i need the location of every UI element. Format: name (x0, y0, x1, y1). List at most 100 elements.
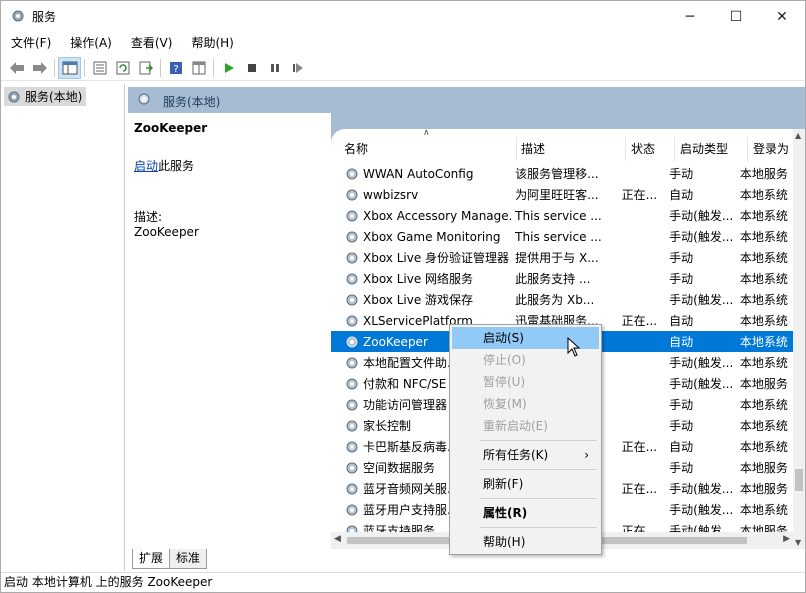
service-name-cell: Xbox Game Monitoring (331, 229, 511, 245)
vertical-scroll-thumb[interactable] (795, 469, 803, 491)
service-logon-as: 本地系统 (739, 209, 788, 223)
service-name: 卡巴斯基反病毒... (363, 440, 459, 454)
service-gear-icon (346, 168, 358, 179)
properties-toolbar-button[interactable] (88, 57, 111, 79)
scroll-down-icon[interactable]: ▼ (795, 538, 801, 547)
service-status: 正在... (621, 482, 658, 496)
scroll-up-icon[interactable]: ▲ (795, 131, 801, 140)
service-status: 正在... (621, 440, 658, 454)
service-startup-type: 手动 (669, 419, 694, 433)
service-gear-icon (346, 378, 358, 389)
service-name-cell: Xbox Live 网络服务 (331, 270, 511, 287)
menu-action[interactable]: 操作(A) (60, 34, 121, 53)
window-title: 服务 (32, 10, 57, 24)
refresh-toolbar-button[interactable] (111, 57, 134, 79)
toolbar-separator (213, 59, 214, 77)
service-description: 为阿里旺旺客... (515, 188, 599, 202)
show-console-tree-button[interactable] (58, 57, 81, 79)
service-name: 功能访问管理器 (363, 398, 448, 412)
scroll-left-icon[interactable]: ◀ (334, 534, 341, 544)
menu-separator (480, 498, 597, 499)
help-toolbar-button[interactable]: ? (164, 57, 187, 79)
forward-button[interactable] (28, 57, 51, 79)
column-name[interactable]: ∧ 名称 (331, 129, 517, 161)
menu-separator (480, 469, 597, 470)
services-gear-icon (12, 10, 24, 22)
menu-properties[interactable]: 属性(R) (452, 502, 599, 524)
service-startup-type: 手动(触发... (669, 209, 734, 223)
start-service-link[interactable]: 启动 (134, 159, 158, 173)
table-row[interactable]: Xbox Game Monitoring This service ... 手动(触… (331, 226, 793, 247)
column-startup-type[interactable]: 启动类型 (675, 137, 748, 161)
description-pane: ZooKeeper 启动此服务 描述: ZooKeeper (128, 113, 331, 549)
menu-file[interactable]: 文件(F) (1, 34, 60, 53)
table-row[interactable]: WWAN AutoConfig 该服务管理移... 手动 本地服务 (331, 163, 793, 184)
service-name: Xbox Accessory Manage... (363, 208, 512, 223)
menu-refresh[interactable]: 刷新(F) (452, 473, 599, 495)
services-window: 服务 ─ ☐ ✕ 文件(F) 操作(A) 查看(V) 帮助(H) ? 服务(本地… (0, 0, 806, 593)
service-startup-type: 自动 (669, 314, 694, 328)
service-gear-icon (346, 315, 358, 326)
vertical-scrollbar[interactable]: ▲ ▼ (793, 129, 805, 549)
service-logon-as: 本地系统 (739, 440, 788, 454)
restart-icon (292, 63, 303, 73)
menu-view[interactable]: 查看(V) (121, 34, 182, 53)
pause-service-button[interactable] (263, 57, 286, 79)
toolbar: ? (1, 56, 805, 81)
menu-help[interactable]: 帮助(H) (181, 34, 242, 53)
menu-pause[interactable]: 暂停(U) (452, 371, 599, 393)
menu-all-tasks[interactable]: 所有任务(K) › (452, 444, 599, 466)
start-service-button[interactable] (217, 57, 240, 79)
export-list-button[interactable] (134, 57, 157, 79)
console-tree: 服务(本地) (1, 84, 125, 571)
search-gear-icon (138, 93, 150, 105)
tab-standard[interactable]: 标准 (169, 549, 208, 569)
service-status: 正在... (621, 314, 658, 328)
service-name-cell: Xbox Live 身份验证管理器 (331, 249, 511, 266)
export-icon (139, 61, 153, 75)
back-button[interactable] (5, 57, 28, 79)
panel-header-title: 服务(本地) (163, 95, 221, 109)
view-toolbar-button[interactable] (187, 57, 210, 79)
menu-restart[interactable]: 重新启动(E) (452, 415, 599, 437)
stop-icon (247, 64, 256, 72)
table-row[interactable]: wwbizsrv 为阿里旺旺客... 正在... 自动 本地系统 (331, 184, 793, 205)
tab-extended[interactable]: 扩展 (132, 549, 171, 569)
status-bar: 启动 本地计算机 上的服务 ZooKeeper (1, 572, 805, 592)
menu-help-item[interactable]: 帮助(H) (452, 531, 599, 553)
close-button[interactable]: ✕ (759, 1, 805, 32)
tree-node-services-local[interactable]: 服务(本地) (4, 87, 87, 106)
refresh-icon (116, 61, 129, 75)
service-gear-icon (346, 504, 358, 515)
minimize-button[interactable]: ─ (667, 1, 713, 32)
tree-node-label: 服务(本地) (25, 90, 83, 104)
service-gear-icon (346, 420, 358, 431)
service-name: Xbox Live 身份验证管理器 (363, 251, 510, 265)
service-name: Xbox Game Monitoring (363, 229, 501, 244)
service-logon-as: 本地系统 (739, 293, 788, 307)
restart-service-button[interactable] (286, 57, 309, 79)
menu-all-tasks-label: 所有任务(K) (483, 448, 549, 462)
service-name-cell: wwbizsrv (331, 187, 511, 203)
column-name-label: 名称 (344, 142, 369, 156)
table-row[interactable]: Xbox Accessory Manage... This service ...… (331, 205, 793, 226)
selected-service-name: ZooKeeper (134, 121, 208, 135)
service-startup-type: 自动 (669, 188, 694, 202)
service-gear-icon (346, 273, 358, 284)
service-gear-icon (346, 399, 358, 410)
stop-service-button[interactable] (240, 57, 263, 79)
service-startup-type: 手动 (669, 272, 694, 286)
menu-resume[interactable]: 恢复(M) (452, 393, 599, 415)
properties-sheet-icon (93, 61, 106, 75)
column-description[interactable]: 描述 (517, 137, 626, 161)
table-row[interactable]: Xbox Live 游戏保存 此服务为 Xb... 手动(触发... 本地系统 (331, 289, 793, 310)
service-name: Xbox Live 网络服务 (363, 272, 474, 286)
table-row[interactable]: Xbox Live 网络服务 此服务支持 ... 手动 本地系统 (331, 268, 793, 289)
table-row[interactable]: Xbox Live 身份验证管理器 提供用于与 X... 手动 本地系统 (331, 247, 793, 268)
scroll-right-icon[interactable]: ▶ (783, 534, 790, 544)
console-tree-icon (62, 61, 77, 75)
maximize-button[interactable]: ☐ (713, 1, 759, 32)
column-status[interactable]: 状态 (626, 137, 675, 161)
service-name-cell: WWAN AutoConfig (331, 166, 511, 182)
service-logon-as: 本地服务 (739, 461, 788, 475)
